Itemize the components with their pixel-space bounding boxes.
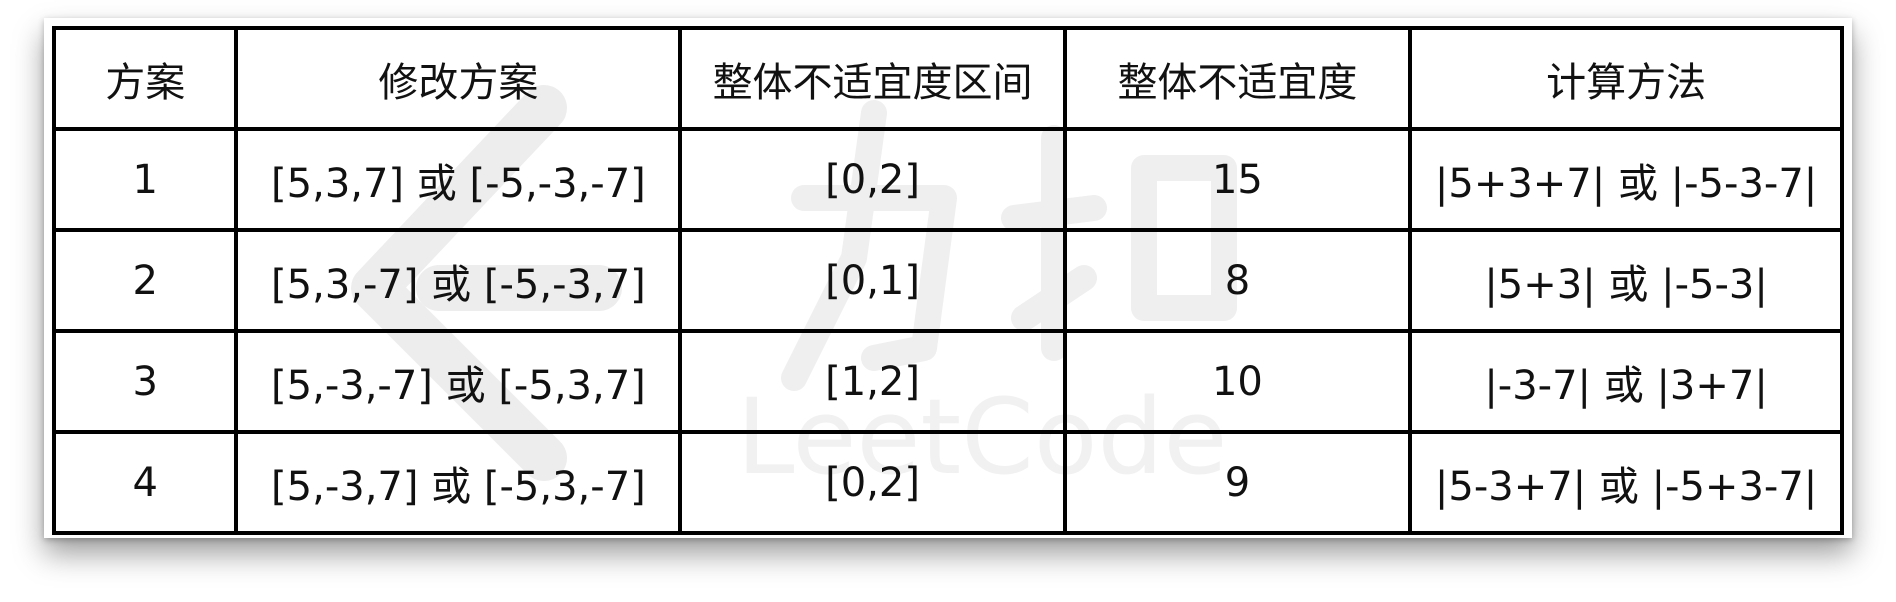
header-unfitness: 整体不适宜度 — [1062, 26, 1413, 131]
cell-plan: 2 — [51, 228, 239, 333]
cell-modification: [5,-3,7] 或 [-5,3,-7] — [234, 430, 683, 535]
cell-modification: [5,3,7] 或 [-5,-3,-7] — [234, 127, 683, 232]
cell-range: [0,2] — [678, 430, 1067, 535]
cell-unfitness: 10 — [1062, 329, 1413, 434]
cell-modification: [5,-3,-7] 或 [-5,3,7] — [234, 329, 683, 434]
table-header-row: 方案 修改方案 整体不适宜度区间 整体不适宜度 计算方法 — [51, 26, 1844, 131]
header-range: 整体不适宜度区间 — [678, 26, 1067, 131]
cell-plan: 1 — [51, 127, 239, 232]
header-plan: 方案 — [51, 26, 239, 131]
cell-range: [0,1] — [678, 228, 1067, 333]
plan-table: 方案 修改方案 整体不适宜度区间 整体不适宜度 计算方法 1 [5,3,7] 或… — [51, 26, 1844, 535]
cell-plan: 3 — [51, 329, 239, 434]
cell-method: |5+3+7| 或 |-5-3-7| — [1408, 127, 1844, 232]
cell-unfitness: 15 — [1062, 127, 1413, 232]
table-row: 2 [5,3,-7] 或 [-5,-3,7] [0,1] 8 |5+3| 或 |… — [51, 228, 1844, 333]
table-row: 1 [5,3,7] 或 [-5,-3,-7] [0,2] 15 |5+3+7| … — [51, 127, 1844, 232]
table-card: LeetCode 方案 修改方案 整体不适宜度区间 整体不适宜度 计算方法 1 … — [44, 18, 1852, 538]
table-row: 4 [5,-3,7] 或 [-5,3,-7] [0,2] 9 |5-3+7| 或… — [51, 430, 1844, 535]
header-method: 计算方法 — [1408, 26, 1844, 131]
cell-plan: 4 — [51, 430, 239, 535]
cell-unfitness: 9 — [1062, 430, 1413, 535]
cell-range: [0,2] — [678, 127, 1067, 232]
cell-unfitness: 8 — [1062, 228, 1413, 333]
cell-range: [1,2] — [678, 329, 1067, 434]
table-row: 3 [5,-3,-7] 或 [-5,3,7] [1,2] 10 |-3-7| 或… — [51, 329, 1844, 434]
cell-method: |5-3+7| 或 |-5+3-7| — [1408, 430, 1844, 535]
header-modification: 修改方案 — [234, 26, 683, 131]
cell-method: |5+3| 或 |-5-3| — [1408, 228, 1844, 333]
cell-modification: [5,3,-7] 或 [-5,-3,7] — [234, 228, 683, 333]
cell-method: |-3-7| 或 |3+7| — [1408, 329, 1844, 434]
